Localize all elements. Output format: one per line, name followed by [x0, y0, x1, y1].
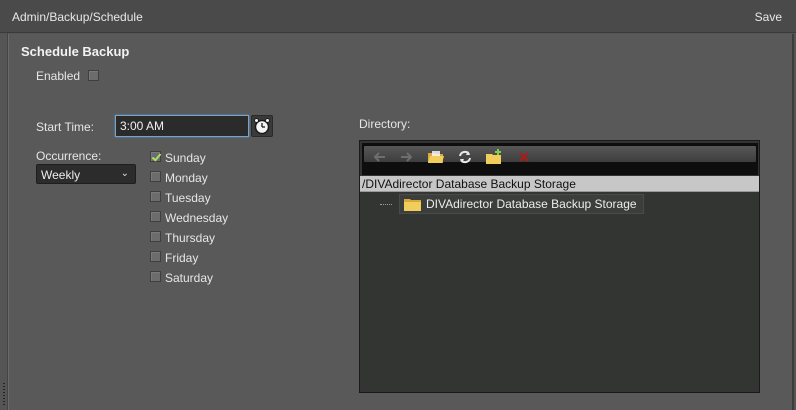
tree-row: DIVAdirector Database Backup Storage	[380, 194, 644, 214]
directory-path: /DIVAdirector Database Backup Storage	[360, 176, 759, 192]
new-folder-icon[interactable]	[485, 148, 503, 166]
directory-label: Directory:	[359, 117, 411, 131]
start-time-label: Start Time:	[36, 120, 95, 134]
day-label: Friday	[165, 251, 199, 265]
alarm-clock-icon	[254, 118, 270, 135]
day-checkbox[interactable]	[150, 151, 161, 162]
left-resize-edge[interactable]	[0, 33, 8, 410]
tree-item-label: DIVAdirector Database Backup Storage	[426, 197, 637, 211]
day-checkbox[interactable]	[150, 191, 161, 202]
delete-icon[interactable]	[515, 148, 533, 166]
directory-toolbar	[362, 143, 758, 175]
tree-item-backup-storage[interactable]: DIVAdirector Database Backup Storage	[399, 194, 644, 214]
day-label: Thursday	[165, 231, 216, 245]
occurrence-select[interactable]: Weekly ⌄	[36, 164, 136, 184]
tree-connector	[380, 204, 392, 205]
save-button[interactable]: Save	[755, 10, 782, 24]
occurrence-value: Weekly	[41, 168, 81, 182]
resize-grip-icon[interactable]	[3, 383, 5, 405]
enabled-label: Enabled	[36, 69, 81, 83]
day-checkbox[interactable]	[150, 231, 161, 242]
start-time-input[interactable]	[115, 115, 249, 137]
refresh-icon[interactable]	[456, 148, 474, 166]
day-checkbox[interactable]	[150, 211, 161, 222]
top-bar: Admin/Backup/Schedule Save	[0, 0, 796, 33]
chevron-down-icon: ⌄	[120, 168, 129, 179]
day-label: Sunday	[165, 151, 206, 165]
folder-icon	[404, 199, 421, 211]
day-checkbox[interactable]	[150, 171, 161, 182]
time-picker-button[interactable]	[251, 115, 273, 137]
day-label: Monday	[165, 171, 208, 185]
back-arrow-icon[interactable]	[370, 148, 388, 166]
open-folder-icon[interactable]	[427, 148, 445, 166]
day-label: Saturday	[165, 271, 214, 285]
occurrence-label: Occurrence:	[36, 149, 102, 163]
forward-arrow-icon[interactable]	[398, 148, 416, 166]
page-title: Schedule Backup	[21, 44, 130, 59]
day-label: Tuesday	[165, 191, 211, 205]
day-checkbox[interactable]	[150, 271, 161, 282]
breadcrumb[interactable]: Admin/Backup/Schedule	[12, 10, 143, 24]
day-label: Wednesday	[165, 211, 229, 225]
enabled-checkbox[interactable]	[88, 70, 99, 81]
day-checkbox[interactable]	[150, 251, 161, 262]
directory-panel: /DIVAdirector Database Backup Storage DI…	[359, 140, 760, 393]
